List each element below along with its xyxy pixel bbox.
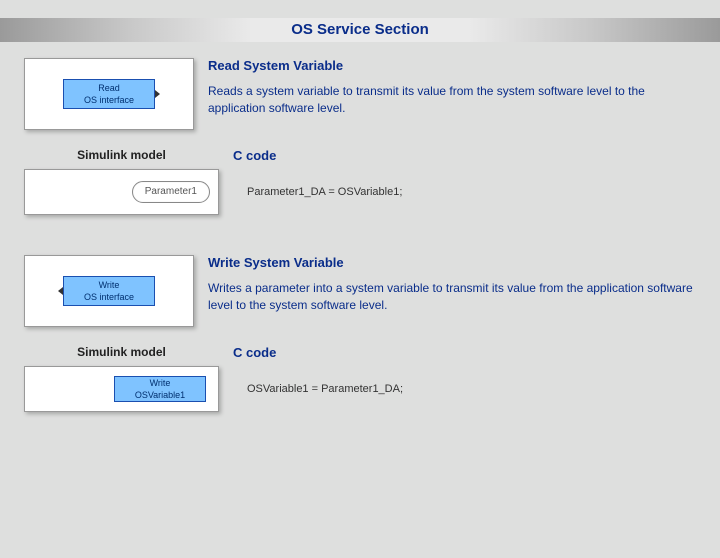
write-code-text: OSVariable1 = Parameter1_DA; (233, 383, 403, 395)
read-section: Read OS interface Read System Variable R… (0, 58, 720, 130)
read-code-row: Parameter1 Parameter1_DA = OSVariable1; (0, 169, 720, 215)
block-label-line1: Write (99, 279, 120, 291)
block-label-line2: OSVariable1 (135, 389, 185, 401)
block-label-line1: Read (98, 82, 120, 94)
write-heading: Write System Variable (208, 255, 694, 270)
c-code-label: C code (219, 148, 276, 163)
c-code-label: C code (219, 345, 276, 360)
block-label-line2: OS interface (84, 291, 134, 303)
read-description: Reads a system variable to transmit its … (208, 83, 694, 117)
write-sub-labels: Simulink model C code (0, 345, 720, 360)
write-diagram: Write OS interface (24, 255, 194, 327)
read-code-text: Parameter1_DA = OSVariable1; (233, 186, 402, 198)
input-port-icon (58, 287, 63, 295)
write-section: Write OS interface Write System Variable… (0, 255, 720, 327)
read-heading: Read System Variable (208, 58, 694, 73)
page-title: OS Service Section (0, 18, 720, 42)
read-diagram: Read OS interface (24, 58, 194, 130)
output-port-icon (155, 90, 160, 98)
write-os-interface-block: Write OS interface (63, 276, 155, 306)
read-os-interface-block: Read OS interface (63, 79, 155, 109)
write-code-row: Write OSVariable1 OSVariable1 = Paramete… (0, 366, 720, 412)
read-sub-labels: Simulink model C code (0, 148, 720, 163)
write-description: Writes a parameter into a system variabl… (208, 280, 694, 314)
write-simulink-diagram: Write OSVariable1 (24, 366, 219, 412)
simulink-model-label: Simulink model (24, 345, 219, 360)
block-label-line2: OS interface (84, 94, 134, 106)
write-osvariable1-block: Write OSVariable1 (114, 376, 206, 402)
block-label-line1: Write (150, 377, 171, 389)
parameter1-block: Parameter1 (132, 181, 210, 203)
simulink-model-label: Simulink model (24, 148, 219, 163)
read-simulink-diagram: Parameter1 (24, 169, 219, 215)
